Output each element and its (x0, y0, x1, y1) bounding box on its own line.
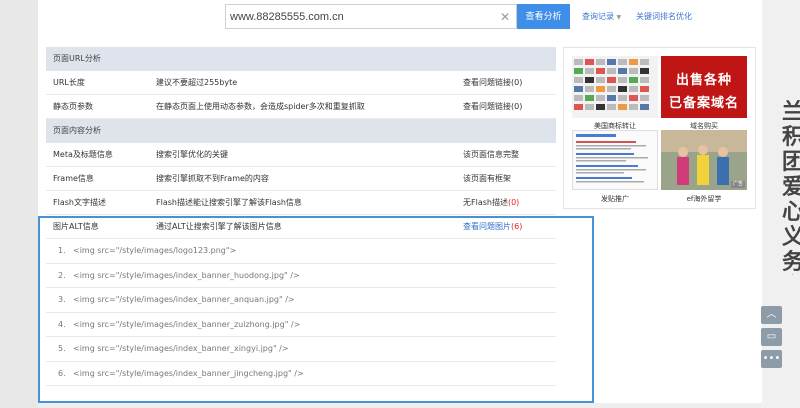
row-desc: 搜索引擎抓取不到Frame的内容 (156, 174, 269, 183)
clear-icon[interactable]: ✕ (498, 10, 512, 24)
row-desc: 建议不要超过255byte (156, 78, 238, 87)
analyze-button[interactable]: 查看分析 (517, 4, 570, 29)
flash-count: (0) (507, 198, 520, 207)
list-item: 1. <img src="/style/images/logo123.png"> (46, 239, 556, 264)
item-number: 6. (58, 368, 66, 378)
row-status: 该页面信息完整 (463, 150, 519, 159)
results-page-icon (576, 134, 648, 183)
item-number: 3. (58, 295, 66, 304)
history-label: 查询记录 (582, 12, 614, 21)
side-vertical-text: 兰积团爱心义务之 (782, 100, 800, 275)
view-images-label: 查看问题图片 (463, 222, 511, 231)
list-item: 3. <img src="/style/images/index_banner_a… (46, 288, 556, 313)
item-code: <img src="/style/images/index_banner_anq… (73, 295, 295, 304)
row-desc: 在静态页面上使用动态参数，会造成spider多次和重复抓取 (156, 102, 365, 111)
table-row: 静态页参数 在静态页面上使用动态参数，会造成spider多次和重复抓取 查看问题… (46, 95, 556, 119)
section-url-header: 页面URL分析 (46, 47, 556, 71)
analysis-table: 页面URL分析 URL长度 建议不要超过255byte 查看问题链接(0) 静态… (46, 47, 556, 386)
banner-line-2: 已备案域名 (668, 96, 739, 111)
row-name: Meta及标题信息 (53, 150, 113, 159)
view-problem-links[interactable]: 查看问题链接(0) (463, 95, 522, 119)
view-problem-links[interactable]: 查看问题链接(0) (463, 71, 522, 95)
row-name: URL长度 (53, 78, 85, 87)
row-status: 无Flash描述(0) (463, 191, 519, 215)
item-code: <img src="/style/images/index_banner_jin… (73, 368, 304, 378)
list-item: 2. <img src="/style/images/index_banner_h… (46, 263, 556, 288)
logo-grid-icon (574, 59, 649, 110)
item-number: 1. (58, 246, 66, 255)
row-desc: Flash描述能让搜索引擎了解该Flash信息 (156, 198, 302, 207)
item-code: <img src="/style/images/index_banner_zui… (73, 319, 301, 329)
item-number: 5. (58, 344, 66, 353)
flash-status: 无Flash描述 (463, 198, 508, 207)
banner-line-1: 出售各种 (675, 73, 732, 88)
table-row-alt: 图片ALT信息 通过ALT让搜索引擎了解该图片信息 查看问题图片(6) (46, 215, 556, 239)
item-code: <img src="/style/images/index_banner_xin… (73, 344, 289, 353)
more-button[interactable]: ••• (761, 350, 782, 368)
row-desc: 搜索引擎优化的关键 (156, 150, 228, 159)
ad-domain-buy[interactable]: 出售各种 已备案域名 域名购买 (661, 56, 747, 134)
view-problem-images[interactable]: 查看问题图片(6) (463, 215, 522, 239)
list-item: 6. <img src="/style/images/index_banner_j… (46, 361, 556, 386)
chevron-down-icon: ▼ (616, 14, 622, 21)
row-status: 该页面有框架 (463, 174, 511, 183)
ad-trademark[interactable]: 美国商标转让 (572, 56, 658, 134)
row-name: Flash文字描述 (53, 198, 106, 207)
trademark-grid-image (572, 56, 658, 118)
table-row: URL长度 建议不要超过255byte 查看问题链接(0) (46, 71, 556, 95)
ad-badge: 广告 (730, 181, 745, 188)
image-count: (6) (511, 222, 523, 231)
item-code: <img src="/style/images/index_banner_huo… (73, 270, 300, 280)
image-list: 1. <img src="/style/images/logo123.png"> … (46, 239, 556, 386)
domain-sale-banner: 出售各种 已备案域名 (661, 56, 747, 118)
ad-study-abroad[interactable]: 广告 ef海外留学 (661, 130, 747, 206)
ad-post-promo[interactable]: 发贴推广 (572, 130, 658, 206)
list-item: 5. <img src="/style/images/index_banner_x… (46, 337, 556, 362)
item-code: <img src="/style/images/logo123.png"> (73, 246, 237, 255)
keyword-ranking-link[interactable]: 关键词排名优化 (636, 12, 692, 22)
url-input[interactable] (230, 9, 490, 25)
feedback-button[interactable]: ▭ (761, 328, 782, 346)
row-name: 静态页参数 (53, 102, 93, 111)
item-number: 4. (58, 319, 66, 329)
table-row: Frame信息 搜索引擎抓取不到Frame的内容 该页面有框架 (46, 167, 556, 191)
section-content-header: 页面内容分析 (46, 119, 556, 143)
footer-divider (38, 403, 762, 408)
row-name: Frame信息 (53, 174, 94, 183)
more-dots-icon: ••• (762, 353, 781, 364)
ad-caption: ef海外留学 (686, 195, 722, 203)
study-abroad-photo: 广告 (661, 130, 747, 190)
back-to-top-button[interactable]: ︿ (761, 306, 782, 324)
item-number: 2. (58, 270, 66, 280)
history-link[interactable]: 查询记录 ▼ (582, 12, 621, 23)
table-row: Flash文字描述 Flash描述能让搜索引擎了解该Flash信息 无Flash… (46, 191, 556, 215)
ad-caption: 发贴推广 (601, 195, 629, 203)
chat-icon: ▭ (766, 331, 777, 342)
row-desc: 通过ALT让搜索引擎了解该图片信息 (156, 222, 282, 231)
row-name: 图片ALT信息 (53, 222, 99, 231)
ad-panel: 美国商标转让 出售各种 已备案域名 域名购买 发贴推广 广告 ef海外留学 (563, 47, 756, 209)
search-results-image (572, 130, 658, 190)
search-box[interactable]: ✕ (225, 4, 517, 29)
chevron-up-icon: ︿ (766, 309, 777, 320)
table-row: Meta及标题信息 搜索引擎优化的关键 该页面信息完整 (46, 143, 556, 167)
list-item: 4. <img src="/style/images/index_banner_z… (46, 312, 556, 337)
